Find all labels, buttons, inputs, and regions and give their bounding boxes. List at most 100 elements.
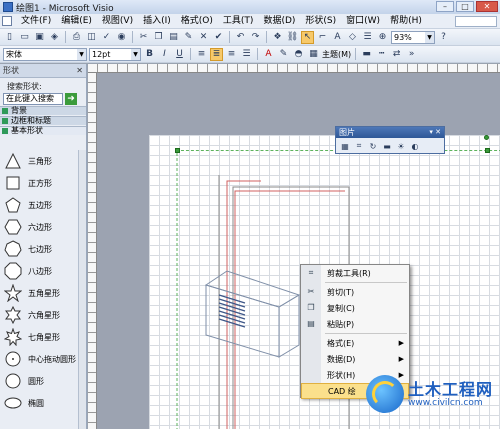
new-icon[interactable]: ▯	[3, 31, 16, 44]
format-painter-icon[interactable]: ✎	[182, 31, 195, 44]
stencil-borders-titles[interactable]: 边框和标题	[0, 116, 86, 125]
check-icon[interactable]: ✔	[212, 31, 225, 44]
shape-5-point-star[interactable]: 五角星形	[0, 282, 79, 304]
menu-format[interactable]: 格式(E) ▶	[301, 335, 409, 351]
print-icon[interactable]: ⎙	[70, 31, 83, 44]
star-6-icon	[5, 306, 21, 324]
underline-icon[interactable]: U	[173, 48, 186, 61]
shape-square[interactable]: 正方形	[0, 172, 79, 194]
line-style-icon[interactable]: ▬	[381, 140, 393, 152]
more-options-icon[interactable]: »	[405, 48, 418, 61]
connector-tool-icon[interactable]: ⌐	[316, 31, 329, 44]
watermark-logo-icon	[366, 375, 404, 413]
delete-icon[interactable]: ✕	[197, 31, 210, 44]
picture-toolbar-title[interactable]: 图片 ▾ ✕	[336, 127, 444, 138]
undo-icon[interactable]: ↶	[234, 31, 247, 44]
line-pattern-icon[interactable]: ┅	[375, 48, 388, 61]
shape-heptagon[interactable]: 七边形	[0, 238, 79, 260]
menu-copy[interactable]: ❐ 复制(C)	[301, 300, 409, 316]
font-name-select[interactable]: 宋体 ▼	[3, 47, 87, 61]
menu-crop-tool[interactable]: ⌗ 剪裁工具(R)	[301, 265, 409, 281]
paste-icon: ▤	[307, 319, 315, 328]
research-icon[interactable]: ◉	[115, 31, 128, 44]
cut-icon[interactable]: ✂	[137, 31, 150, 44]
shape-center-drag-circle[interactable]: 中心拖动圆形	[0, 348, 79, 370]
shape-pentagon[interactable]: 五边形	[0, 194, 79, 216]
fill-color-icon[interactable]: ◓	[292, 48, 305, 61]
rotate-icon[interactable]: ↻	[367, 140, 379, 152]
close-button[interactable]: ✕	[476, 1, 498, 12]
shape-hexagon[interactable]: 六边形	[0, 216, 79, 238]
shape-6-point-star[interactable]: 六角星形	[0, 304, 79, 326]
font-size-select[interactable]: 12pt ▼	[89, 47, 141, 61]
shapes-icon[interactable]: ❖	[271, 31, 284, 44]
open-icon[interactable]: ▭	[18, 31, 31, 44]
search-shapes-input[interactable]: 在此键入搜索	[3, 93, 63, 105]
font-color-icon[interactable]: A	[262, 48, 275, 61]
maximize-button[interactable]: □	[456, 1, 474, 12]
shape-triangle[interactable]: 三角形	[0, 150, 79, 172]
zoom-select[interactable]: 93% ▼	[391, 30, 435, 44]
menu-window[interactable]: 窗口(W)	[341, 14, 385, 28]
menu-data[interactable]: 数据(D)	[258, 14, 300, 28]
menu-insert[interactable]: 插入(I)	[138, 14, 176, 28]
shape-circle[interactable]: 圆形	[0, 370, 79, 392]
copy-icon[interactable]: ❐	[152, 31, 165, 44]
menu-shape[interactable]: 形状(S)	[300, 14, 341, 28]
menu-format[interactable]: 格式(O)	[176, 14, 218, 28]
spelling-icon[interactable]: ✓	[100, 31, 113, 44]
shape-octagon[interactable]: 八边形	[0, 260, 79, 282]
shape-7-point-star[interactable]: 七角星形	[0, 326, 79, 348]
layers-icon[interactable]: ☰	[361, 31, 374, 44]
bold-icon[interactable]: B	[143, 48, 156, 61]
rotation-handle[interactable]	[484, 135, 489, 140]
stencil-basic-shapes[interactable]: 基本形状	[0, 126, 86, 135]
drawing-tools-icon[interactable]: ◇	[346, 31, 359, 44]
stencil-backgrounds[interactable]: 背景	[0, 106, 86, 115]
zoom-icon[interactable]: ⊕	[376, 31, 389, 44]
text-tool-icon[interactable]: A	[331, 31, 344, 44]
crop-icon[interactable]: ⌗	[353, 140, 365, 152]
insert-picture-icon[interactable]: ▦	[339, 140, 351, 152]
link-icon[interactable]: ⛓	[286, 31, 299, 44]
shapes-panel-scrollbar[interactable]	[78, 150, 86, 429]
menu-paste[interactable]: ▤ 粘贴(P)	[301, 316, 409, 332]
shape-ellipse[interactable]: 椭圆	[0, 392, 79, 414]
shapes-panel: 形状 ✕ 搜索形状: 在此键入搜索 ➜ 背景 边框和标题 基本形状 三角形 正方…	[0, 64, 87, 429]
menu-file[interactable]: 文件(F)	[16, 14, 56, 28]
theme-icon[interactable]: ▦	[307, 48, 320, 61]
menu-cut[interactable]: ✂ 剪切(T)	[301, 284, 409, 300]
menu-tools[interactable]: 工具(T)	[218, 14, 259, 28]
line-ends-icon[interactable]: ⇄	[390, 48, 403, 61]
line-color-icon[interactable]: ✎	[277, 48, 290, 61]
contrast-icon[interactable]: ◐	[409, 140, 421, 152]
theme-button[interactable]: 主题(M)	[322, 49, 351, 60]
italic-icon[interactable]: I	[158, 48, 171, 61]
document-icon[interactable]	[2, 16, 12, 26]
pointer-tool-icon[interactable]: ↖	[301, 30, 314, 44]
brightness-icon[interactable]: ☀	[395, 140, 407, 152]
menu-data[interactable]: 数据(D) ▶	[301, 351, 409, 367]
permission-icon[interactable]: ◈	[48, 31, 61, 44]
align-center-icon[interactable]: ≣	[210, 47, 223, 61]
search-go-button[interactable]: ➜	[65, 93, 77, 105]
help-search-box[interactable]	[455, 15, 497, 27]
justify-icon[interactable]: ☰	[240, 48, 253, 61]
circle-icon	[5, 373, 21, 389]
menu-view[interactable]: 视图(V)	[97, 14, 138, 28]
menu-edit[interactable]: 编辑(E)	[56, 14, 97, 28]
menu-help[interactable]: 帮助(H)	[385, 14, 427, 28]
redo-icon[interactable]: ↷	[249, 31, 262, 44]
toolbar-close-icon[interactable]: ▾ ✕	[429, 127, 441, 138]
watermark: 土木工程网 www.civilcn.com	[366, 372, 500, 426]
line-weight-icon[interactable]: ▬	[360, 48, 373, 61]
save-icon[interactable]: ▣	[33, 31, 46, 44]
panel-close-icon[interactable]: ✕	[76, 66, 83, 75]
paste-icon[interactable]: ▤	[167, 31, 180, 44]
print-preview-icon[interactable]: ◫	[85, 31, 98, 44]
align-right-icon[interactable]: ≡	[225, 48, 238, 61]
align-left-icon[interactable]: ≡	[195, 48, 208, 61]
triangle-icon	[5, 152, 21, 169]
help-icon[interactable]: ?	[437, 31, 450, 44]
minimize-button[interactable]: –	[436, 1, 454, 12]
